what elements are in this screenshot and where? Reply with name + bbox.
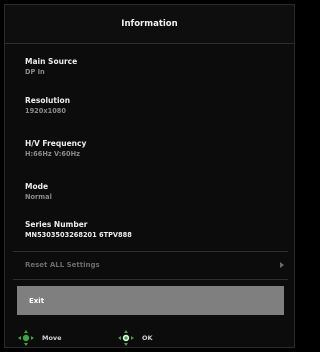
hint-move-label: Move (42, 334, 62, 342)
title-bar: Information (5, 5, 294, 44)
reset-all-settings-label: Reset ALL Settings (25, 261, 100, 269)
reset-all-settings-item[interactable]: Reset ALL Settings (13, 255, 288, 275)
info-main-source: Main Source DP In (25, 57, 77, 77)
series-number-label: Series Number (25, 220, 88, 229)
osd-menu: Information Main Source DP In Resolution… (4, 4, 295, 348)
hv-frequency-value: H:66Hz V:60Hz (25, 150, 80, 158)
joystick-ok-icon (118, 330, 134, 346)
info-hv-frequency: H/V Frequency H:66Hz V:60Hz (25, 139, 86, 159)
series-number-value: MN5303503268201 6TPV888 (25, 231, 132, 239)
joystick-move-icon (18, 330, 34, 346)
info-mode: Mode Normal (25, 182, 52, 202)
divider (13, 251, 288, 252)
hint-ok: OK (117, 329, 153, 347)
divider (13, 279, 288, 280)
mode-value: Normal (25, 193, 52, 201)
hint-move: Move (17, 329, 62, 347)
exit-label: Exit (29, 296, 45, 305)
resolution-value: 1920x1080 (25, 107, 66, 115)
main-source-label: Main Source (25, 57, 78, 66)
exit-item[interactable]: Exit (17, 286, 284, 315)
menu-title: Information (121, 19, 178, 29)
info-resolution: Resolution 1920x1080 (25, 96, 70, 116)
resolution-label: Resolution (25, 96, 71, 105)
main-source-value: DP In (25, 68, 45, 76)
mode-label: Mode (25, 182, 49, 191)
info-series-number: Series Number MN5303503268201 6TPV888 (25, 220, 132, 240)
chevron-right-icon (280, 262, 284, 268)
hv-frequency-label: H/V Frequency (25, 139, 87, 148)
hint-ok-label: OK (142, 334, 153, 342)
